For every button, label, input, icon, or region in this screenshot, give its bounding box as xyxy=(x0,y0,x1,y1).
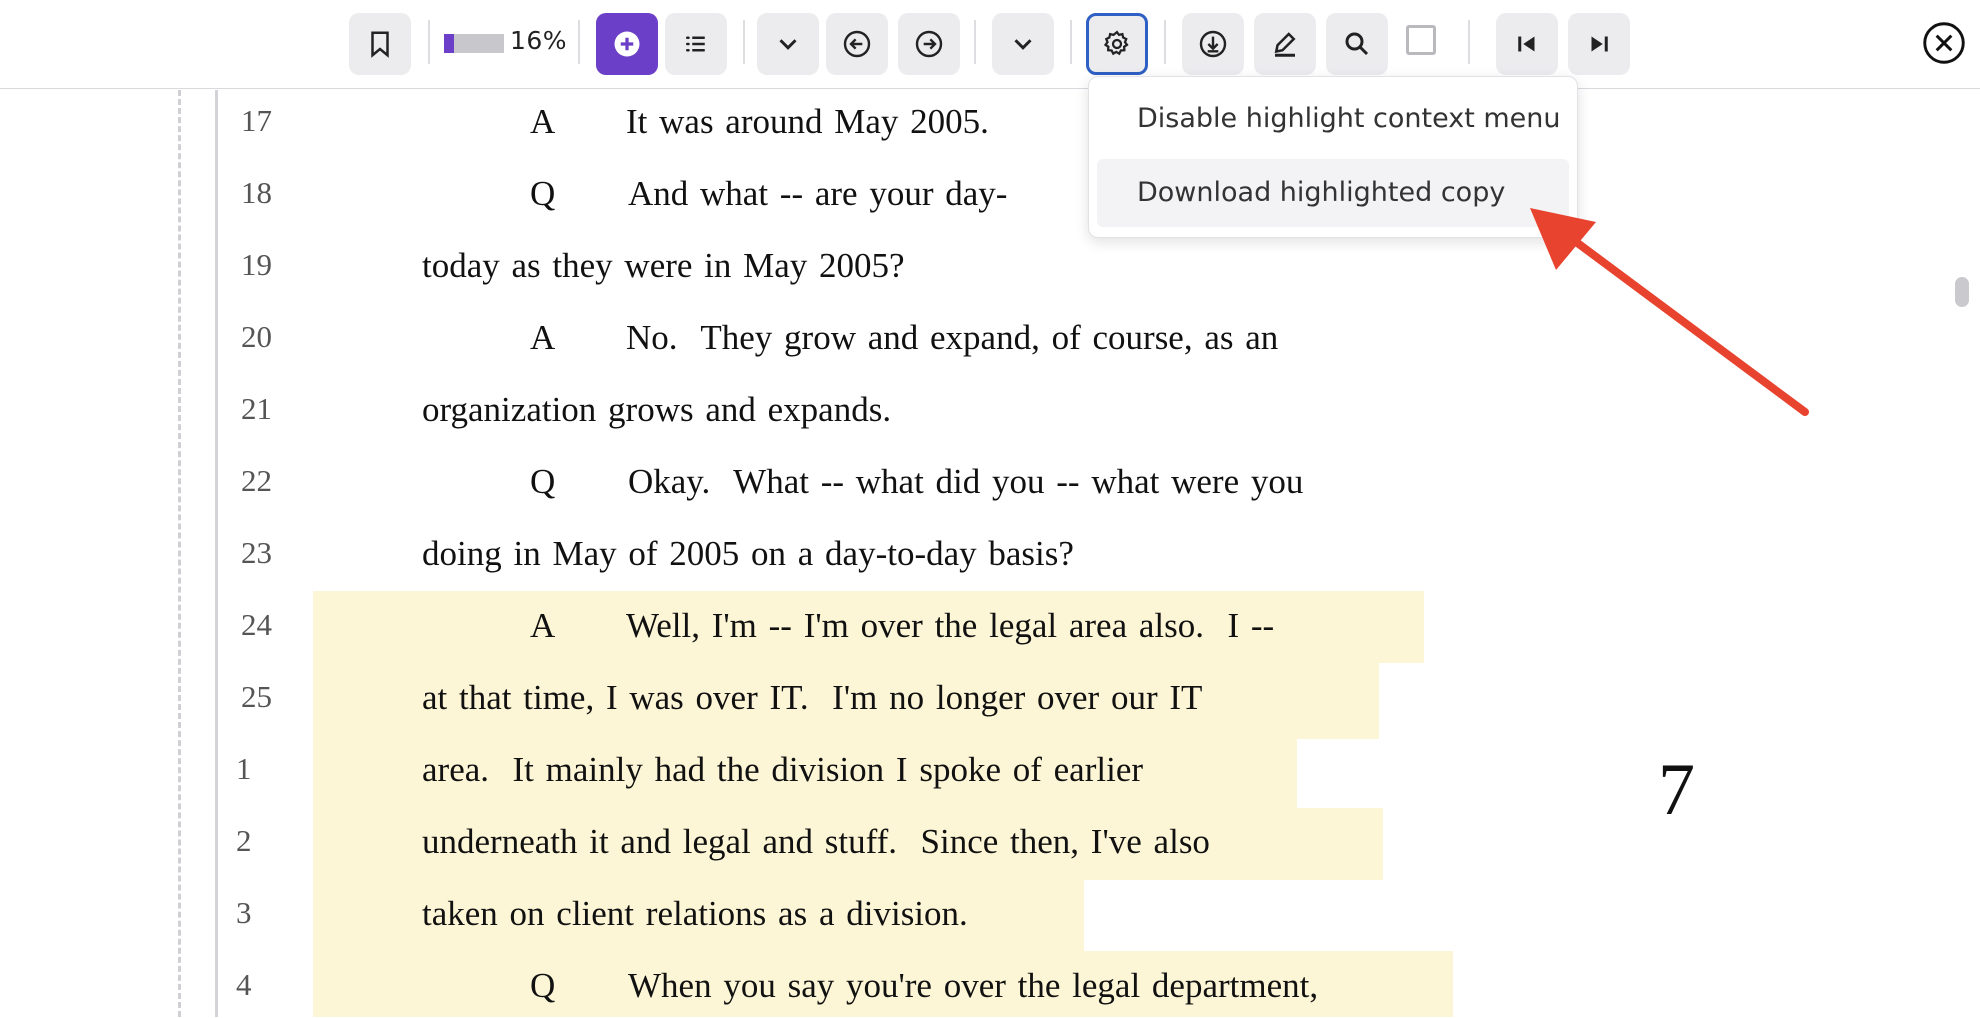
line-number: 25 xyxy=(241,679,272,714)
line-number: 20 xyxy=(241,319,272,354)
line-text: at that time, I was over IT. I'm no long… xyxy=(422,678,1203,717)
annotation-arrow-icon xyxy=(1530,208,1809,416)
scrollbar-thumb[interactable] xyxy=(1955,277,1969,307)
line-text: It was around May 2005. xyxy=(626,102,989,141)
line-text: No. They grow and expand, of course, as … xyxy=(626,318,1279,357)
line-number: 17 xyxy=(241,103,272,138)
speaker-label: Q xyxy=(530,462,556,501)
outline-list-button[interactable] xyxy=(665,13,727,75)
arrow-left-circle-icon xyxy=(843,30,871,58)
line-number: 19 xyxy=(241,247,272,282)
menu-item-download-highlighted-copy[interactable]: Download highlighted copy xyxy=(1097,159,1569,227)
transcript-line: 20 A No. They grow and expand, of course… xyxy=(0,310,1600,370)
transcript-line: 3 taken on client relations as a divisio… xyxy=(0,886,1600,946)
add-icon xyxy=(614,31,640,57)
line-text: When you say you're over the legal depar… xyxy=(628,966,1319,1005)
speaker-label: A xyxy=(530,102,556,141)
transcript-line: 23 doing in May of 2005 on a day-to-day … xyxy=(0,526,1600,586)
transcript-line: 21 organization grows and expands. xyxy=(0,382,1600,442)
toolbar-separator xyxy=(1468,20,1470,64)
line-text: Okay. What -- what did you -- what were … xyxy=(628,462,1304,501)
line-number: 24 xyxy=(241,607,272,642)
transcript-line: 4 Q When you say you're over the legal d… xyxy=(0,958,1600,1018)
line-text: organization grows and expands. xyxy=(422,390,892,429)
select-checkbox[interactable] xyxy=(1406,25,1436,55)
toolbar-separator xyxy=(428,20,430,64)
transcript-line: 1 area. It mainly had the division I spo… xyxy=(0,742,1600,802)
line-text: underneath it and legal and stuff. Since… xyxy=(422,822,1210,861)
pen-icon xyxy=(1274,32,1296,57)
transcript-line: 19 today as they were in May 2005? xyxy=(0,238,1600,298)
line-text: And what -- are your day- xyxy=(628,174,1008,213)
close-icon[interactable] xyxy=(1922,21,1966,65)
toolbar-separator xyxy=(578,20,580,64)
toolbar: 16% xyxy=(0,0,1980,89)
line-number: 2 xyxy=(236,823,252,858)
collapse-button[interactable] xyxy=(757,13,819,75)
line-text: today as they were in May 2005? xyxy=(422,246,905,285)
bookmark-icon xyxy=(371,31,389,58)
zoom-progress-bar[interactable] xyxy=(444,34,504,53)
line-text: area. It mainly had the division I spoke… xyxy=(422,750,1144,789)
transcript-line: 2 underneath it and legal and stuff. Sin… xyxy=(0,814,1600,874)
search-icon xyxy=(1345,32,1369,56)
search-button[interactable] xyxy=(1326,13,1388,75)
toolbar-separator xyxy=(974,20,976,64)
next-button[interactable] xyxy=(898,13,960,75)
speaker-label: Q xyxy=(530,174,556,213)
gear-icon xyxy=(1103,30,1129,56)
toolbar-separator xyxy=(1070,20,1072,64)
transcript-line: 25 at that time, I was over IT. I'm no l… xyxy=(0,670,1600,730)
bookmark-button[interactable] xyxy=(349,13,411,75)
highlight-pen-button[interactable] xyxy=(1254,13,1316,75)
chevron-down-icon xyxy=(779,39,797,50)
line-text: doing in May of 2005 on a day-to-day bas… xyxy=(422,534,1074,573)
first-page-button[interactable] xyxy=(1496,13,1558,75)
line-number: 4 xyxy=(236,967,252,1002)
transcript-line: 22 Q Okay. What -- what did you -- what … xyxy=(0,454,1600,514)
toolbar-separator xyxy=(743,20,745,64)
more-options-button[interactable] xyxy=(992,13,1054,75)
toolbar-separator xyxy=(1164,20,1166,64)
line-number: 22 xyxy=(241,463,272,498)
previous-button[interactable] xyxy=(826,13,888,75)
last-page-icon xyxy=(1591,36,1608,52)
download-icon xyxy=(1199,30,1227,58)
arrow-right-circle-icon xyxy=(915,30,943,58)
menu-item-disable-highlight-context-menu[interactable]: Disable highlight context menu xyxy=(1097,85,1569,153)
line-number: 3 xyxy=(236,895,252,930)
line-text: taken on client relations as a division. xyxy=(422,894,968,933)
transcript-line: 24 A Well, I'm -- I'm over the legal are… xyxy=(0,598,1600,658)
add-button[interactable] xyxy=(596,13,658,75)
first-page-icon xyxy=(1518,36,1535,52)
page-number: 7 xyxy=(1658,749,1695,831)
line-number: 18 xyxy=(241,175,272,210)
settings-button[interactable] xyxy=(1086,13,1148,75)
speaker-label: A xyxy=(530,606,556,645)
line-number: 23 xyxy=(241,535,272,570)
last-page-button[interactable] xyxy=(1568,13,1630,75)
zoom-level: 16% xyxy=(510,26,568,55)
line-number: 21 xyxy=(241,391,272,426)
speaker-label: Q xyxy=(530,966,556,1005)
speaker-label: A xyxy=(530,318,556,357)
chevron-down-icon xyxy=(1014,39,1032,50)
zoom-progress-fill xyxy=(444,34,454,53)
download-button[interactable] xyxy=(1182,13,1244,75)
list-icon xyxy=(686,36,705,52)
line-number: 1 xyxy=(236,751,252,786)
line-text: Well, I'm -- I'm over the legal area als… xyxy=(626,606,1275,645)
